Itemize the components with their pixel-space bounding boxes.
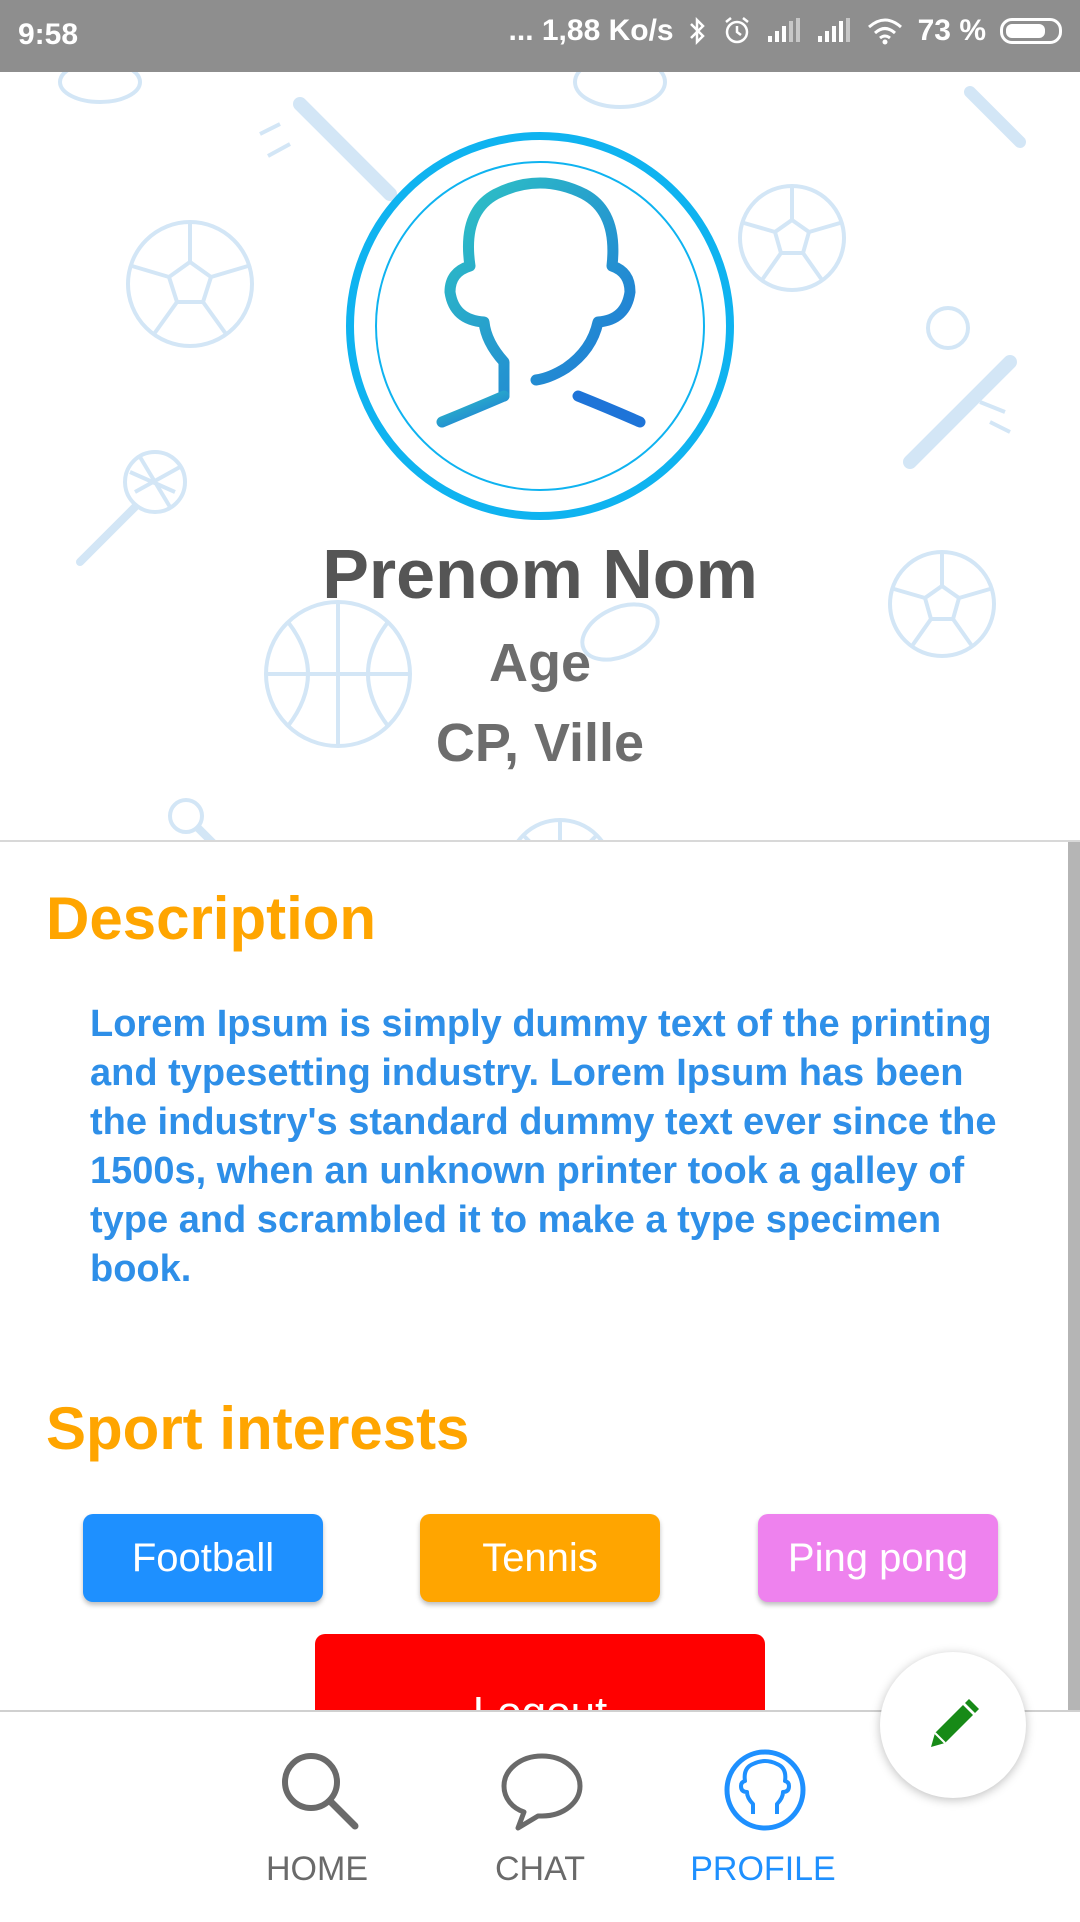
nav-label-profile: PROFILE	[690, 1850, 836, 1888]
pencil-icon	[931, 1699, 979, 1747]
status-time: 9:58	[18, 18, 79, 51]
scrollbar[interactable]	[1068, 842, 1080, 1710]
edit-profile-button[interactable]	[880, 1652, 1026, 1798]
bluetooth-icon	[688, 16, 708, 46]
sport-interests-title: Sport interests	[46, 1395, 470, 1462]
nav-label-home: HOME	[266, 1850, 368, 1888]
nav-item-home[interactable]: HOME	[217, 1712, 417, 1922]
profile-name: Prenom Nom	[322, 535, 758, 613]
profile-icon	[724, 1749, 806, 1831]
search-icon	[282, 1753, 359, 1830]
profile-header: Prenom Nom Age CP, Ville	[0, 72, 1080, 842]
profile-age: Age	[488, 633, 591, 693]
status-bar: 9:58 ... 1,88 Ko/s 73 %	[0, 0, 1080, 72]
description-text: Lorem Ipsum is simply dummy text of the …	[90, 1003, 997, 1290]
alarm-icon	[722, 16, 752, 46]
battery-percent: 73 %	[917, 14, 986, 47]
nav-item-chat[interactable]: CHAT	[440, 1712, 640, 1922]
profile-location: CP, Ville	[435, 713, 645, 773]
signal-icon	[766, 18, 802, 44]
chat-icon	[501, 1753, 583, 1831]
interest-chip-ping-pong[interactable]: Ping pong	[758, 1514, 998, 1602]
battery-icon	[1000, 18, 1062, 44]
signal-icon-2	[816, 18, 852, 44]
logout-label: Logout	[473, 1688, 608, 1710]
network-speed: ... 1,88 Ko/s	[508, 14, 674, 47]
profile-content[interactable]: Description Lorem Ipsum is simply dummy …	[0, 842, 1080, 1710]
interest-chip-football[interactable]: Football	[83, 1514, 323, 1602]
status-indicators: ... 1,88 Ko/s 73 %	[509, 14, 1062, 48]
nav-label-chat: CHAT	[494, 1850, 586, 1888]
wifi-icon	[866, 17, 904, 45]
avatar[interactable]	[346, 132, 734, 520]
logout-button[interactable]: Logout	[315, 1634, 765, 1710]
nav-item-profile[interactable]: PROFILE	[663, 1712, 863, 1922]
description-title: Description	[46, 885, 377, 952]
interest-chip-tennis[interactable]: Tennis	[420, 1514, 660, 1602]
